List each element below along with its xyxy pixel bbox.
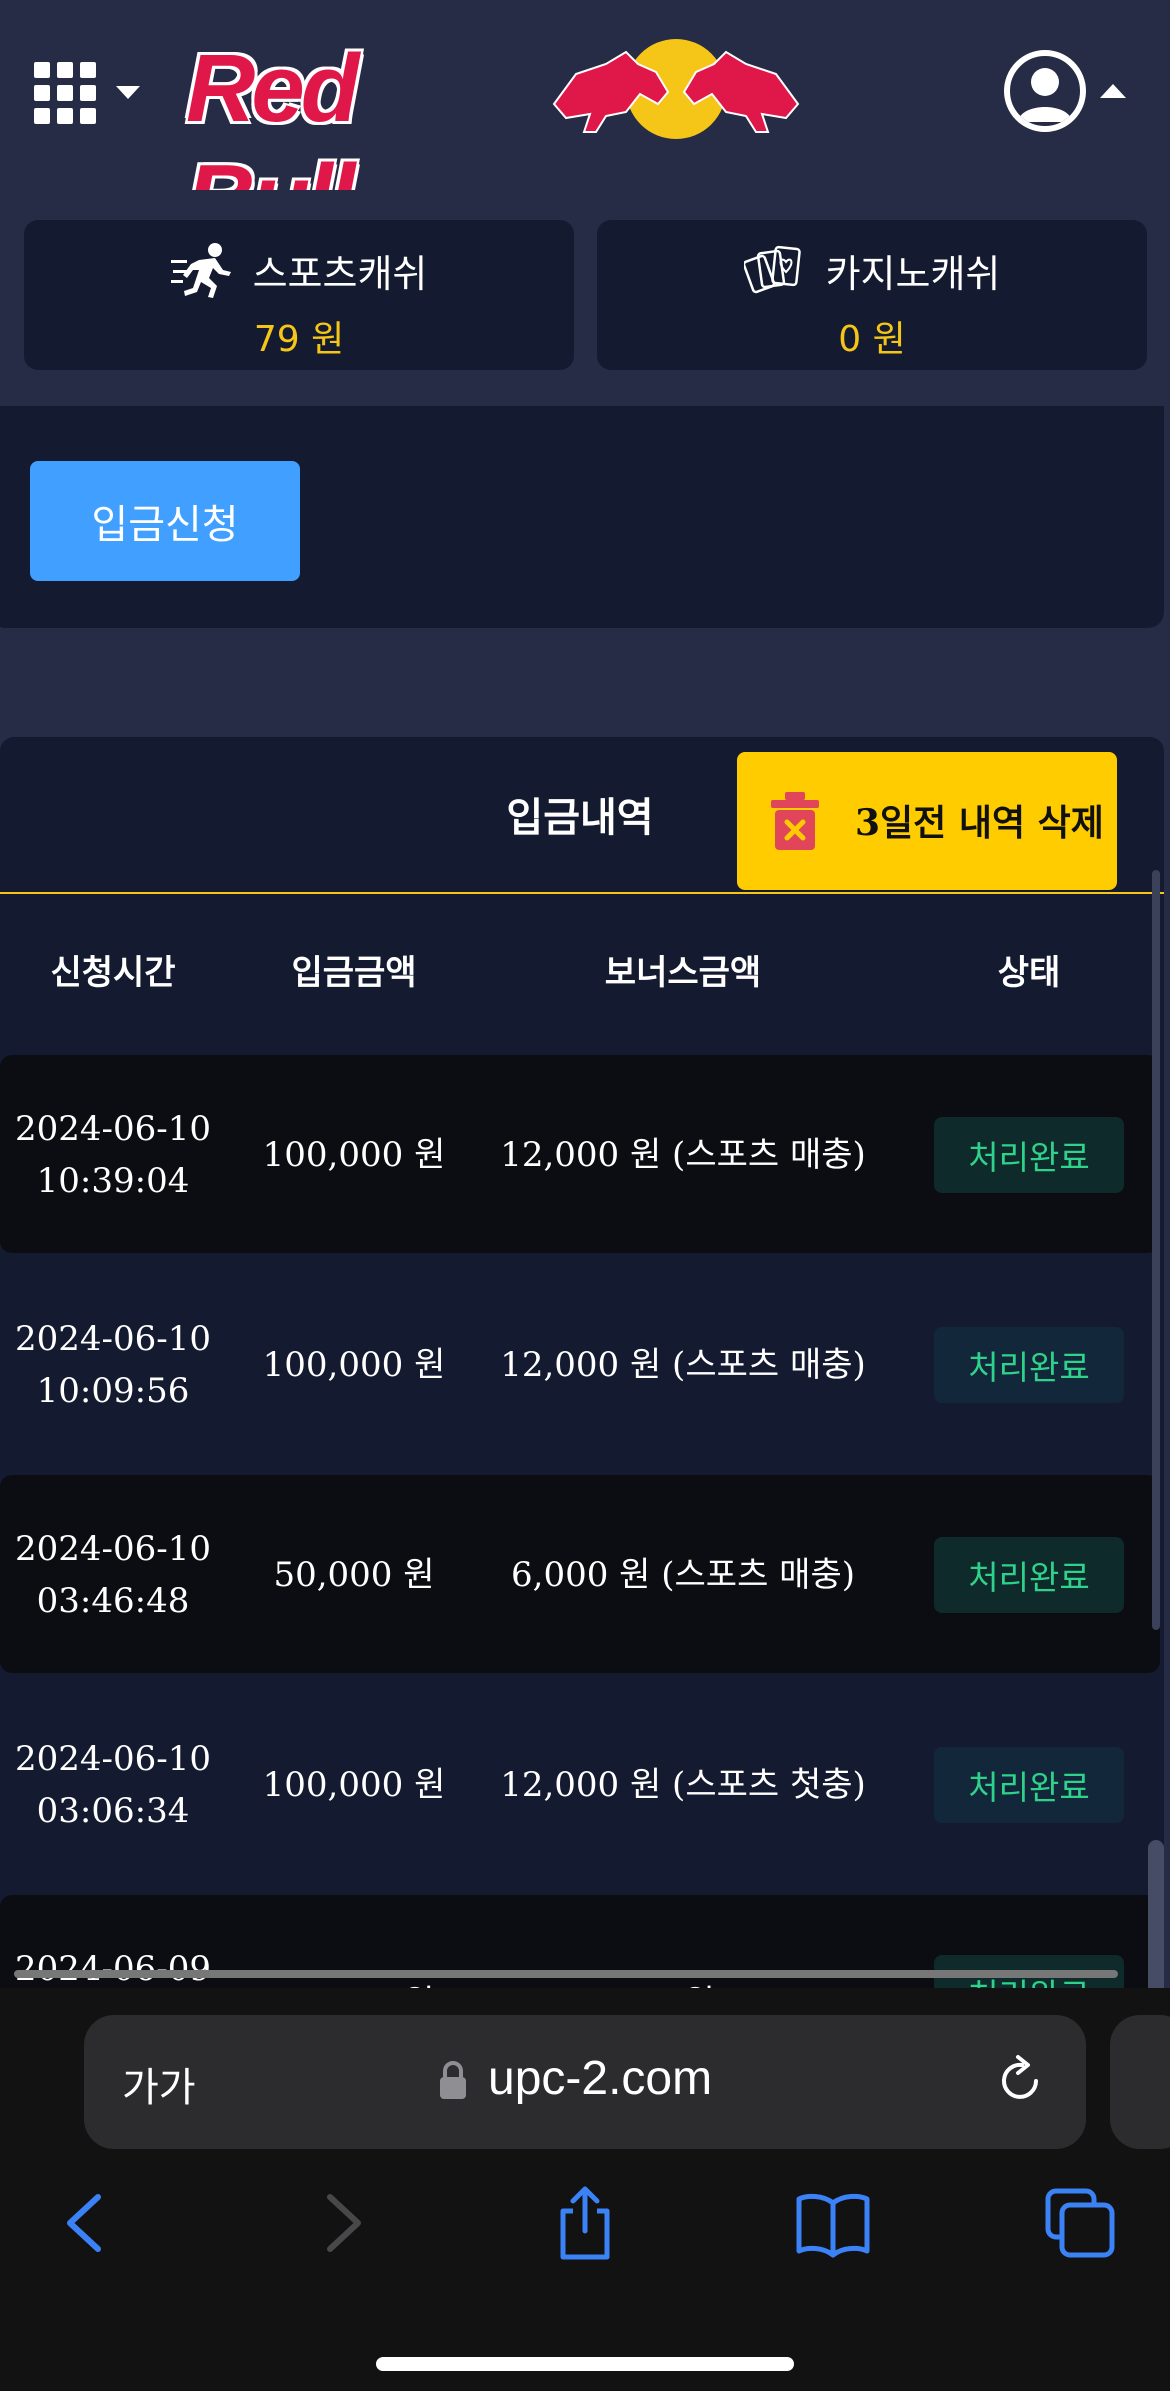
row-amount: 100,000 원 [262, 1135, 446, 1175]
column-header-amount: 입금금액 [291, 953, 417, 993]
address-bar[interactable]: 가가 upc-2.com [84, 2015, 1086, 2149]
bookmarks-icon[interactable] [793, 2183, 873, 2263]
row-amount: 100,000 원 [262, 1345, 446, 1385]
table-row[interactable]: 2024-06-09 32,000 원 0 원 처리완료 [0, 1895, 1160, 1997]
chevron-up-icon [1100, 84, 1126, 98]
share-icon[interactable] [545, 2183, 625, 2263]
row-datetime: 2024-06-10 10:09:56 [14, 1319, 212, 1411]
row-bonus: 12,000 원 (스포츠 매충) [500, 1135, 866, 1175]
row-datetime: 2024-06-10 03:46:48 [14, 1529, 212, 1621]
table-header: 신청시간 입금금액 보너스금액 상태 [0, 895, 1164, 1045]
back-icon[interactable] [48, 2183, 128, 2263]
column-header-bonus: 보너스금액 [604, 953, 762, 993]
menu-button[interactable] [34, 62, 142, 124]
user-circle-icon [1004, 50, 1086, 132]
history-title: 입금내역 [506, 795, 654, 841]
sports-cash-card[interactable]: 스포츠캐쉬 79 원 [24, 220, 574, 370]
balance-cards: 스포츠캐쉬 79 원 카지노캐쉬 0 원 [0, 190, 1170, 410]
horizontal-scrollbar[interactable] [14, 1970, 1118, 1978]
table-row[interactable]: 2024-06-10 03:06:34 100,000 원 12,000 원 (스… [0, 1685, 1160, 1883]
next-tab-preview[interactable] [1110, 2015, 1170, 2149]
sports-cash-value: 79 원 [253, 319, 345, 360]
page: Red Bull [0, 0, 1170, 2391]
top-header: Red Bull [0, 0, 1170, 252]
user-menu-button[interactable] [1004, 50, 1134, 136]
grid-icon [34, 62, 96, 124]
casino-cash-card[interactable]: 카지노캐쉬 0 원 [597, 220, 1147, 370]
text-size-button[interactable]: 가가 [122, 2055, 196, 2113]
redbull-logo[interactable]: Red Bull [186, 34, 806, 252]
chevron-down-icon [116, 86, 140, 99]
column-header-status: 상태 [997, 953, 1061, 993]
row-datetime: 2024-06-10 10:39:04 [14, 1109, 212, 1201]
vertical-scrollbar[interactable] [1152, 870, 1160, 1630]
tabs-icon[interactable] [1040, 2183, 1120, 2263]
row-amount: 50,000 원 [273, 1555, 435, 1595]
deposit-request-panel: 입금신청 [0, 406, 1164, 628]
table-row[interactable]: 2024-06-10 03:46:48 50,000 원 6,000 원 (스포츠… [0, 1475, 1160, 1673]
status-badge: 처리완료 [934, 1327, 1124, 1403]
home-indicator [376, 2357, 794, 2371]
table-row[interactable]: 2024-06-10 10:09:56 100,000 원 12,000 원 (스… [0, 1265, 1160, 1463]
running-sport-icon [170, 243, 231, 298]
casino-cash-value: 0 원 [838, 319, 906, 360]
row-bonus: 12,000 원 (스포츠 매충) [500, 1345, 866, 1385]
row-datetime: 2024-06-10 03:06:34 [14, 1739, 212, 1831]
deposit-request-button[interactable]: 입금신청 [30, 461, 300, 581]
forward-icon[interactable] [300, 2183, 380, 2263]
trash-icon [771, 792, 819, 850]
table-row[interactable]: 2024-06-10 10:39:04 100,000 원 12,000 원 (스… [0, 1055, 1160, 1253]
casino-cash-label: 카지노캐쉬 [825, 251, 1001, 296]
delete-old-history-button[interactable]: 3일전 내역 삭제 [737, 752, 1117, 890]
reload-icon[interactable] [992, 2053, 1048, 2109]
delete-old-history-label: 3일전 내역 삭제 [855, 802, 1104, 844]
logo-text: Red Bull [186, 35, 359, 252]
status-badge: 처리완료 [934, 1117, 1124, 1193]
url-text: upc-2.com [488, 2052, 713, 2105]
lock-icon [440, 2061, 466, 2099]
status-badge: 처리완료 [934, 1537, 1124, 1613]
browser-toolbar: 가가 upc-2.com [0, 1988, 1170, 2391]
vertical-scrollbar-thumb[interactable] [1148, 1840, 1164, 2010]
row-amount: 100,000 원 [262, 1765, 446, 1805]
bulls-emblem-icon [552, 39, 800, 139]
sports-cash-label: 스포츠캐쉬 [252, 251, 428, 296]
row-bonus: 6,000 원 (스포츠 매충) [511, 1555, 855, 1595]
row-bonus: 12,000 원 (스포츠 첫충) [500, 1765, 866, 1805]
column-header-time: 신청시간 [50, 953, 176, 993]
status-badge: 처리완료 [934, 1747, 1124, 1823]
playing-cards-icon [743, 245, 801, 294]
history-header: 입금내역 3일전 내역 삭제 [0, 737, 1164, 894]
deposit-history-panel: 입금내역 3일전 내역 삭제 신청시간 입금금액 보너스금액 상태 2024-0… [0, 737, 1164, 1997]
